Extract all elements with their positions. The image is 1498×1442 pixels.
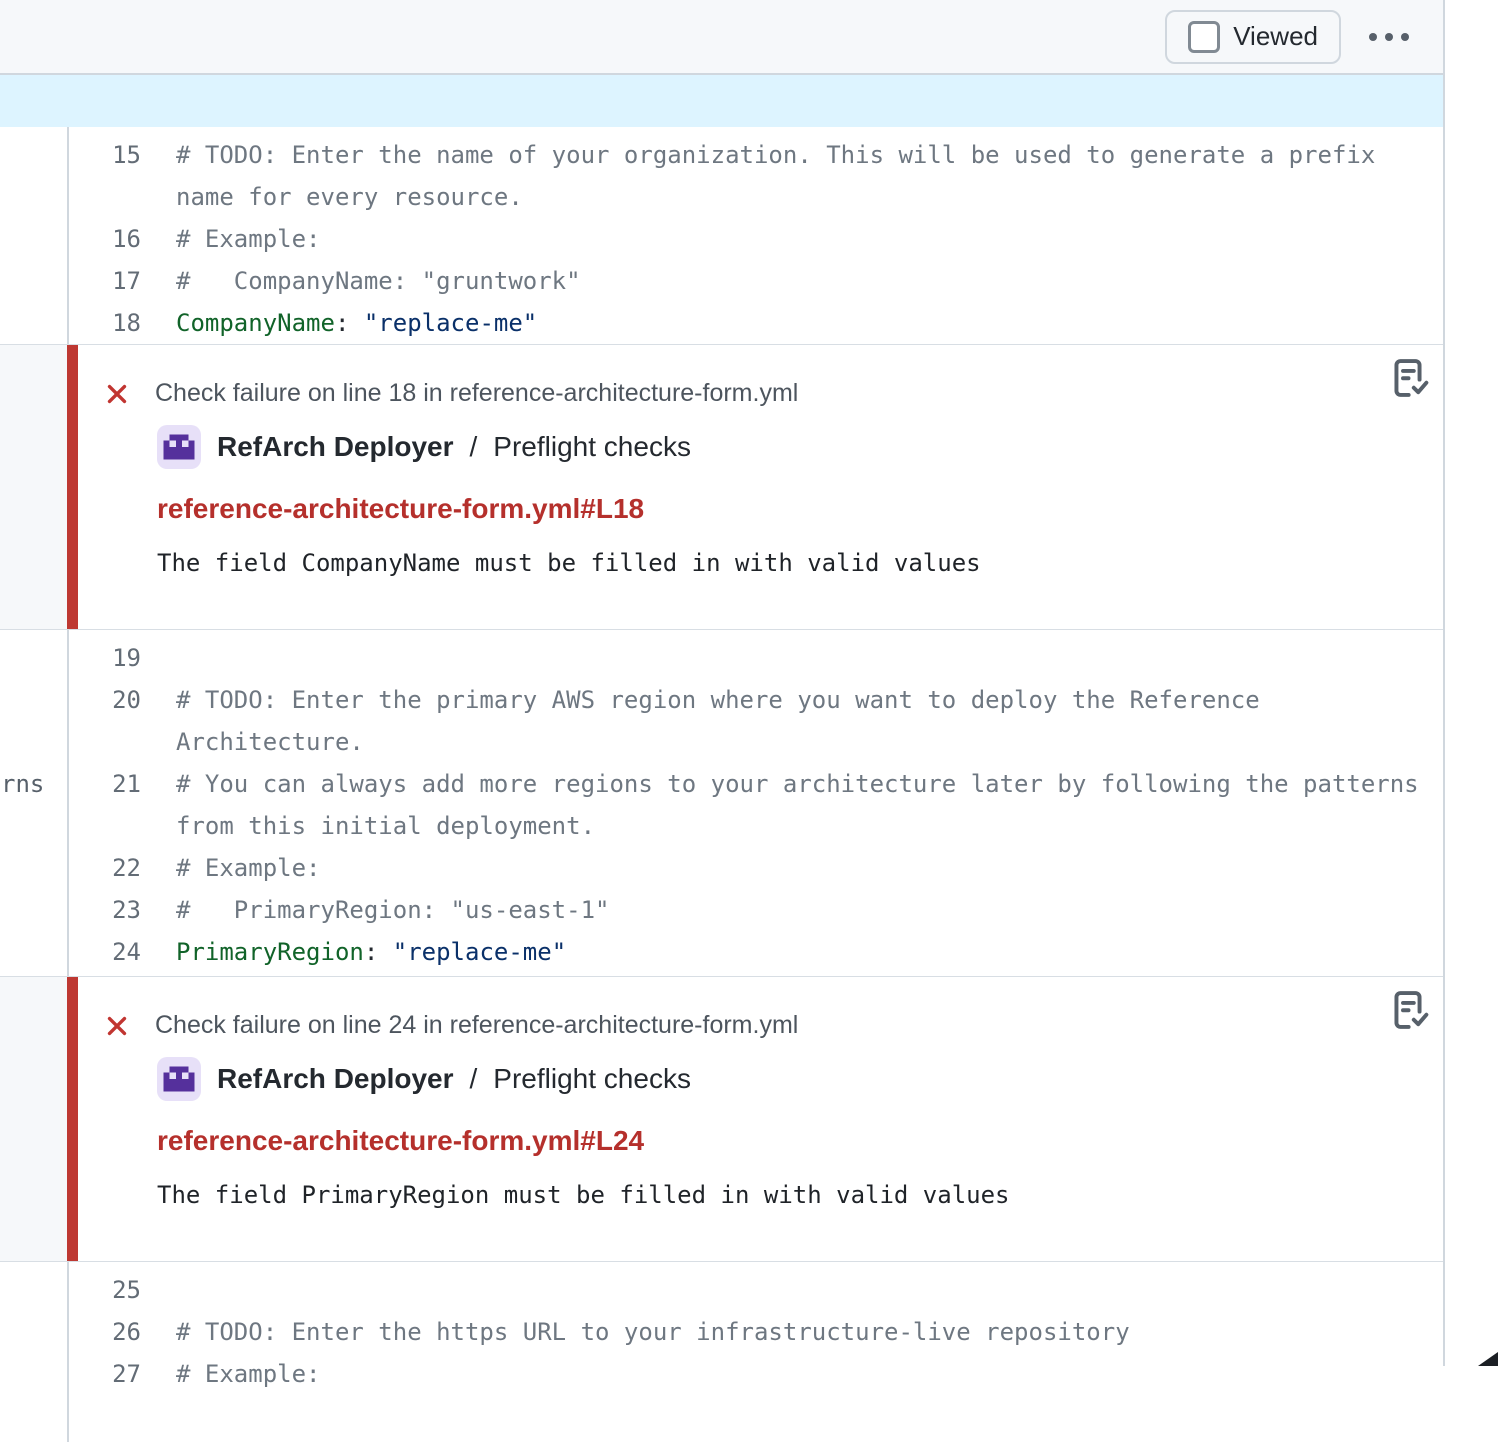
check-app-avatar xyxy=(157,425,201,469)
line-number[interactable]: 16 xyxy=(69,218,141,260)
code-line: 27 # Example: xyxy=(69,1353,1443,1395)
left-pane-column: rns xyxy=(0,630,69,976)
code-line: 21 # You can always add more regions to … xyxy=(69,763,1443,805)
kebab-menu-icon[interactable] xyxy=(1365,23,1413,51)
check-annotation: Check failure on line 18 in reference-ar… xyxy=(0,344,1443,630)
code-line: 25 xyxy=(69,1269,1443,1311)
code-line: 24 PrimaryRegion: "replace-me" xyxy=(69,931,1443,973)
annotation-message: The field CompanyName must be filled in … xyxy=(157,549,1443,577)
viewed-label: Viewed xyxy=(1233,21,1318,52)
code-line: from this initial deployment. xyxy=(69,805,1443,847)
check-app-avatar xyxy=(157,1057,201,1101)
line-number[interactable]: 26 xyxy=(69,1311,141,1353)
viewed-checkbox[interactable] xyxy=(1188,21,1220,53)
line-number xyxy=(69,721,141,763)
annotation-file-link[interactable]: reference-architecture-form.yml#L18 xyxy=(157,493,1443,525)
code-text: from this initial deployment. xyxy=(176,812,595,840)
code-lines: 25 26 # TODO: Enter the https URL to you… xyxy=(69,1262,1443,1442)
yaml-key: CompanyName xyxy=(176,309,335,337)
code-lines: 15 # TODO: Enter the name of your organi… xyxy=(69,127,1443,344)
code-section: 25 26 # TODO: Enter the https URL to you… xyxy=(0,1262,1443,1442)
code-line: 19 xyxy=(69,637,1443,679)
code-line: 26 # TODO: Enter the https URL to your i… xyxy=(69,1311,1443,1353)
code-line: 17 # CompanyName: "gruntwork" xyxy=(69,260,1443,302)
code-section: rns 19 20 # TODO: Enter the primary AWS … xyxy=(0,630,1443,976)
code-line: 22 # Example: xyxy=(69,847,1443,889)
annotation-message: The field PrimaryRegion must be filled i… xyxy=(157,1181,1443,1209)
check-app-name: RefArch Deployer xyxy=(217,1063,454,1095)
code-text: # Example: xyxy=(176,225,321,253)
annotation-header: Check failure on line 24 in reference-ar… xyxy=(155,1011,798,1040)
line-number[interactable]: 22 xyxy=(69,847,141,889)
left-pane-column xyxy=(0,977,67,1261)
code-text: # TODO: Enter the primary AWS region whe… xyxy=(176,686,1260,714)
file-toolbar: Viewed xyxy=(0,0,1443,75)
failure-accent-bar xyxy=(67,345,78,629)
code-text: # Example: xyxy=(176,1360,321,1388)
code-line: Architecture. xyxy=(69,721,1443,763)
checklist-icon[interactable] xyxy=(1387,357,1429,399)
left-pane-column xyxy=(0,1262,69,1442)
left-pane-column xyxy=(0,127,69,344)
check-separator: / xyxy=(470,1063,478,1095)
code-text: # TODO: Enter the https URL to your infr… xyxy=(176,1318,1130,1346)
checklist-icon[interactable] xyxy=(1387,989,1429,1031)
code-text: # You can always add more regions to you… xyxy=(176,770,1419,798)
diff-expand-bar[interactable] xyxy=(0,75,1443,127)
line-number[interactable]: 23 xyxy=(69,889,141,931)
check-run-name: Preflight checks xyxy=(493,1063,691,1095)
yaml-key: PrimaryRegion xyxy=(176,938,364,966)
line-number[interactable]: 15 xyxy=(69,134,141,176)
code-text: # TODO: Enter the name of your organizat… xyxy=(176,141,1375,169)
code-text: # CompanyName: "gruntwork" xyxy=(176,267,581,295)
line-number[interactable]: 19 xyxy=(69,637,141,679)
diff-pane: Viewed 15 # TODO: Enter the name of your… xyxy=(0,0,1445,1366)
code-text: Architecture. xyxy=(176,728,364,756)
code-text: name for every resource. xyxy=(176,183,523,211)
line-number[interactable]: 17 xyxy=(69,260,141,302)
viewed-button[interactable]: Viewed xyxy=(1165,10,1341,64)
line-number[interactable]: 21 xyxy=(69,763,141,805)
line-number xyxy=(69,176,141,218)
yaml-punct: : xyxy=(335,309,349,337)
annotation-header: Check failure on line 18 in reference-ar… xyxy=(155,379,798,408)
left-pane-column xyxy=(0,345,67,629)
x-failure-icon xyxy=(104,381,130,407)
code-section: 15 # TODO: Enter the name of your organi… xyxy=(0,127,1443,344)
code-line: 20 # TODO: Enter the primary AWS region … xyxy=(69,679,1443,721)
line-number xyxy=(69,805,141,847)
yaml-value: "replace-me" xyxy=(349,309,537,337)
code-line: 23 # PrimaryRegion: "us-east-1" xyxy=(69,889,1443,931)
code-text: # PrimaryRegion: "us-east-1" xyxy=(176,896,609,924)
line-number[interactable]: 27 xyxy=(69,1353,141,1395)
check-annotation: Check failure on line 24 in reference-ar… xyxy=(0,976,1443,1262)
yaml-punct: : xyxy=(364,938,378,966)
line-number[interactable]: 18 xyxy=(69,302,141,344)
code-text: # Example: xyxy=(176,854,321,882)
code-line: 18 CompanyName: "replace-me" xyxy=(69,302,1443,344)
check-separator: / xyxy=(470,431,478,463)
check-run-name: Preflight checks xyxy=(493,431,691,463)
left-pane-overflow-text: rns xyxy=(1,763,44,805)
line-number[interactable]: 25 xyxy=(69,1269,141,1311)
line-number[interactable]: 24 xyxy=(69,931,141,973)
code-line: 15 # TODO: Enter the name of your organi… xyxy=(69,134,1443,176)
code-line: 16 # Example: xyxy=(69,218,1443,260)
line-number[interactable]: 20 xyxy=(69,679,141,721)
check-app-name: RefArch Deployer xyxy=(217,431,454,463)
x-failure-icon xyxy=(104,1013,130,1039)
code-line: name for every resource. xyxy=(69,176,1443,218)
code-lines: 19 20 # TODO: Enter the primary AWS regi… xyxy=(69,630,1443,976)
failure-accent-bar xyxy=(67,977,78,1261)
mouse-cursor-artifact xyxy=(1478,1352,1498,1366)
yaml-value: "replace-me" xyxy=(378,938,566,966)
annotation-file-link[interactable]: reference-architecture-form.yml#L24 xyxy=(157,1125,1443,1157)
